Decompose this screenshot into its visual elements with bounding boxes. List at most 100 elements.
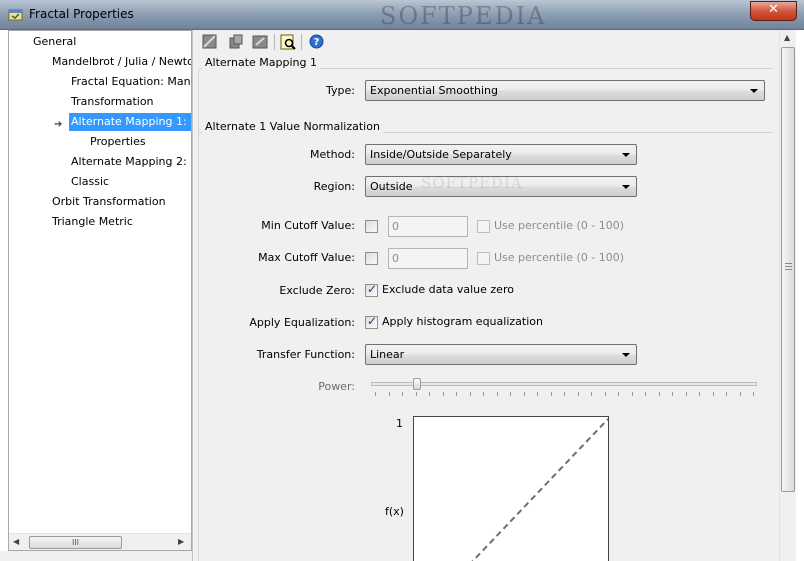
tree-item-alternate-mapping-2[interactable]: Alternate Mapping 2: Min	[69, 153, 191, 171]
method-select-value: Inside/Outside Separately	[370, 148, 512, 161]
region-select[interactable]: Outside SOFTPEDIA	[365, 174, 637, 197]
equalization-label: Apply Equalization:	[249, 316, 355, 329]
power-slider-tick	[685, 392, 687, 396]
power-slider-tick	[537, 392, 538, 396]
scroll-right-icon[interactable]: ▶	[178, 537, 184, 546]
min-cutoff-input[interactable]: 0	[388, 216, 468, 237]
transfer-function-label: Transfer Function:	[256, 348, 355, 361]
power-slider-tick	[631, 392, 633, 396]
tree-item-alternate-mapping-1[interactable]: Alternate Mapping 1: Exp	[69, 113, 191, 131]
max-cutoff-checkbox[interactable]	[365, 252, 378, 265]
scroll-thumb[interactable]: III	[29, 536, 122, 549]
region-select-value: Outside	[370, 180, 413, 193]
inspect-icon	[280, 34, 296, 50]
region-watermark: SOFTPEDIA	[421, 174, 523, 192]
power-slider-tick	[402, 392, 403, 396]
power-slider-tick	[523, 392, 525, 396]
tree-item-orbit-transformation[interactable]: Orbit Transformation	[50, 193, 168, 211]
exclude-zero-checkbox[interactable]	[365, 282, 378, 297]
tree-item-general[interactable]: General	[31, 33, 78, 51]
tree-item-properties[interactable]: Properties	[88, 133, 148, 151]
power-slider-tick	[699, 392, 700, 396]
transfer-function-select[interactable]: Linear	[365, 344, 637, 365]
title-bar: Fractal Properties SOFTPEDIA ✕	[0, 0, 804, 30]
equalization-checkbox[interactable]	[365, 314, 378, 329]
transfer-curve	[471, 418, 609, 561]
min-percentile-label: Use percentile (0 - 100)	[494, 219, 625, 232]
close-button[interactable]: ✕	[750, 1, 797, 21]
min-cutoff-label: Min Cutoff Value:	[261, 219, 355, 232]
mapping-group-title: Alternate Mapping 1	[202, 56, 320, 69]
reset-button[interactable]	[201, 33, 218, 50]
tree-item-fractal-equation[interactable]: Fractal Equation: Mandel	[69, 73, 191, 91]
power-slider-tick	[564, 392, 565, 396]
power-slider-track[interactable]	[371, 382, 757, 386]
scroll-left-icon[interactable]: ◀	[13, 537, 19, 546]
graph-y-top-label: 1	[396, 417, 403, 430]
exclude-zero-label: Exclude Zero:	[279, 284, 355, 297]
type-label: Type:	[326, 84, 355, 97]
paste-icon	[252, 35, 267, 48]
copy-puzzle-icon	[229, 34, 242, 48]
power-slider-tick	[753, 392, 754, 396]
tree-item-classic[interactable]: Classic	[69, 173, 111, 191]
power-slider-thumb[interactable]	[413, 378, 422, 390]
power-slider-tick	[645, 392, 646, 396]
max-cutoff-input[interactable]: 0	[388, 248, 468, 269]
toolbar-separator	[274, 34, 275, 50]
max-percentile-checkbox[interactable]	[477, 252, 490, 265]
toolbar: ?	[193, 30, 783, 54]
properties-window-icon	[8, 9, 23, 21]
properties-panel: ? Alternate Mapping 1 Type: Exponential …	[192, 30, 796, 561]
transfer-function-value: Linear	[370, 348, 405, 361]
max-percentile-label: Use percentile (0 - 100)	[494, 251, 625, 264]
close-icon: ✕	[768, 2, 779, 17]
max-cutoff-label: Max Cutoff Value:	[258, 251, 355, 264]
vertical-scroll-thumb[interactable]	[781, 47, 795, 492]
normalization-group-title: Alternate 1 Value Normalization	[202, 120, 383, 133]
tree-horizontal-scrollbar[interactable]: ◀ III ▶	[9, 533, 191, 550]
power-slider-tick	[456, 392, 457, 396]
svg-text:?: ?	[314, 37, 320, 48]
power-slider-tick	[510, 392, 511, 396]
min-percentile-checkbox[interactable]	[477, 220, 490, 233]
type-select-value: Exponential Smoothing	[370, 84, 498, 97]
transfer-function-plot	[471, 418, 609, 561]
panel-vertical-scrollbar[interactable]: ▲	[779, 30, 796, 561]
power-slider-tick	[658, 392, 660, 396]
copy-button[interactable]	[227, 33, 244, 50]
tree-item-transformation[interactable]: Transformation	[69, 93, 156, 111]
graph-y-axis-label: f(x)	[385, 505, 404, 518]
power-slider-tick	[577, 392, 579, 396]
tree-item-mandelbrot[interactable]: Mandelbrot / Julia / Newton	[50, 53, 191, 71]
chevron-down-icon	[622, 153, 630, 157]
scroll-up-icon[interactable]: ▲	[784, 33, 790, 42]
method-select[interactable]: Inside/Outside Separately	[365, 144, 637, 165]
chevron-down-icon	[622, 353, 630, 357]
power-slider-tick	[483, 392, 484, 396]
tree-item-triangle-metric[interactable]: Triangle Metric	[50, 213, 135, 231]
power-slider-tick	[672, 392, 673, 396]
current-item-arrow-icon: ➔	[54, 119, 63, 130]
method-label: Method:	[310, 148, 355, 161]
power-slider-tick	[415, 392, 417, 396]
power-slider-tick	[375, 392, 376, 396]
power-slider-tick	[496, 392, 498, 396]
help-button[interactable]: ?	[308, 33, 325, 50]
inspect-button[interactable]	[279, 33, 296, 50]
region-label: Region:	[313, 180, 355, 193]
paste-button[interactable]	[251, 33, 268, 50]
power-slider-tick	[388, 392, 390, 396]
power-slider-tick	[429, 392, 430, 396]
power-slider-tick	[591, 392, 592, 396]
power-slider-tick	[550, 392, 552, 396]
transfer-function-graph	[413, 416, 609, 561]
property-tree[interactable]: General Mandelbrot / Julia / Newton Frac…	[8, 30, 192, 551]
power-slider-tick	[442, 392, 444, 396]
min-cutoff-checkbox[interactable]	[365, 220, 378, 233]
type-select[interactable]: Exponential Smoothing	[365, 80, 765, 101]
window-title: Fractal Properties	[29, 7, 134, 21]
power-slider-tick	[739, 392, 741, 396]
chevron-down-icon	[750, 89, 758, 93]
exclude-zero-text: Exclude data value zero	[382, 283, 514, 296]
